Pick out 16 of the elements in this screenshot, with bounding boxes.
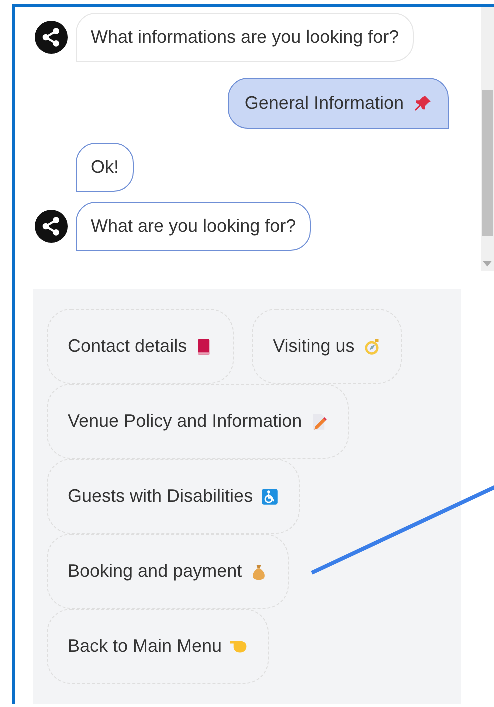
scrollbar-thumb[interactable] <box>482 90 493 236</box>
option-button[interactable]: Back to Main Menu <box>47 609 270 684</box>
compass-icon <box>362 338 381 356</box>
option-button[interactable]: Guests with Disabilities <box>47 459 300 534</box>
scroll-down-icon[interactable] <box>483 261 492 267</box>
option-button[interactable]: Venue Policy and Information <box>47 384 350 459</box>
pushpin-icon <box>414 94 432 112</box>
message-text: Ok! <box>91 157 120 178</box>
message-text: General Information <box>244 93 404 114</box>
option-button[interactable]: Booking and payment <box>47 534 290 609</box>
wheelchair-icon <box>261 488 280 506</box>
message-text: What informations are you looking for? <box>91 27 400 48</box>
option-button[interactable]: Visiting us <box>252 309 402 384</box>
option-button[interactable]: Contact details <box>47 309 234 384</box>
message-text: What are you looking for? <box>91 216 296 237</box>
scrollbar[interactable] <box>481 7 494 271</box>
